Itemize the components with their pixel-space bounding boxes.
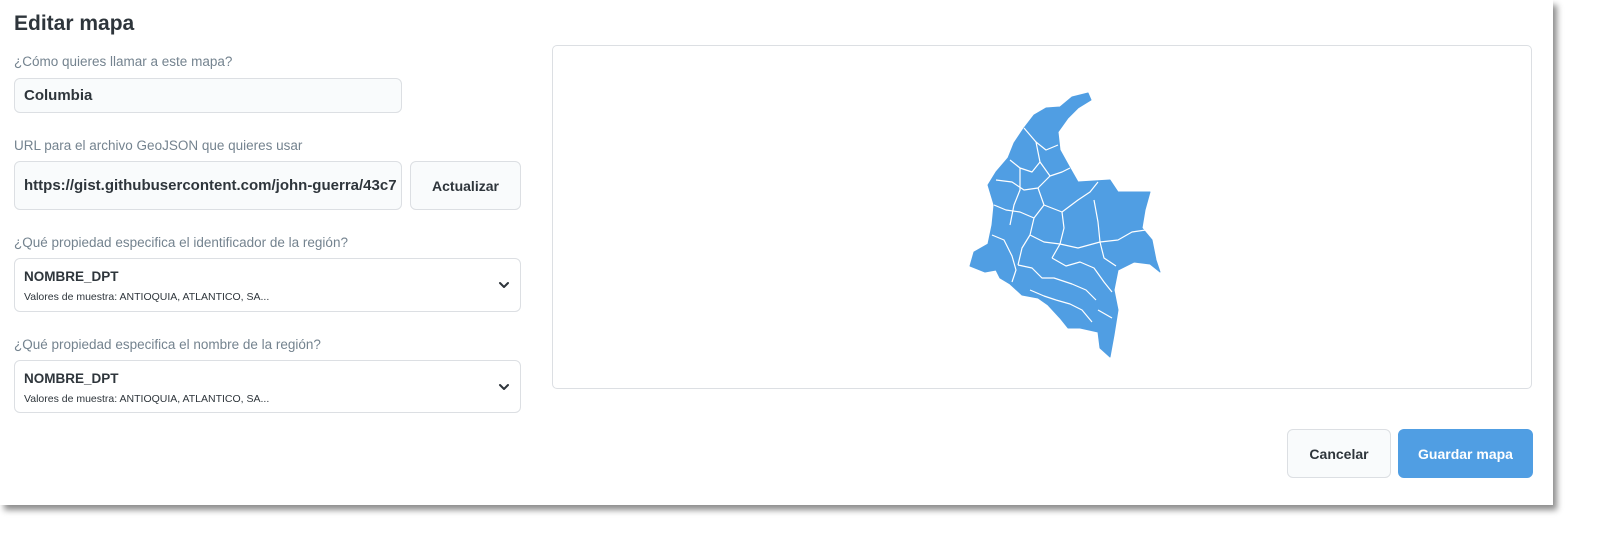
- map-name-value: Columbia: [24, 87, 93, 104]
- edit-map-modal: Editar mapa ¿Cómo quieres llamar a este …: [0, 0, 1553, 505]
- save-map-button[interactable]: Guardar mapa: [1398, 429, 1533, 478]
- region-name-sample: Valores de muestra: ANTIOQUIA, ATLANTICO…: [24, 393, 270, 405]
- map-preview: [552, 45, 1532, 389]
- modal-title: Editar mapa: [14, 12, 135, 35]
- region-name-label: ¿Qué propiedad especifica el nombre de l…: [14, 337, 321, 352]
- region-id-sample: Valores de muestra: ANTIOQUIA, ATLANTICO…: [24, 291, 270, 303]
- chevron-down-icon: [499, 282, 509, 288]
- region-id-select[interactable]: NOMBRE_DPT Valores de muestra: ANTIOQUIA…: [14, 258, 521, 312]
- cancel-button[interactable]: Cancelar: [1287, 429, 1391, 478]
- region-name-select[interactable]: NOMBRE_DPT Valores de muestra: ANTIOQUIA…: [14, 360, 521, 413]
- geojson-url-label: URL para el archivo GeoJSON que quieres …: [14, 138, 303, 153]
- region-name-value: NOMBRE_DPT: [24, 371, 119, 386]
- region-id-value: NOMBRE_DPT: [24, 269, 119, 284]
- colombia-map: [969, 92, 1161, 358]
- map-name-input[interactable]: Columbia: [14, 78, 402, 113]
- map-name-label: ¿Cómo quieres llamar a este mapa?: [14, 54, 233, 69]
- region-id-label: ¿Qué propiedad especifica el identificad…: [14, 235, 348, 250]
- chevron-down-icon: [499, 383, 509, 390]
- refresh-button[interactable]: Actualizar: [410, 161, 521, 210]
- geojson-url-input[interactable]: https://gist.githubusercontent.com/john-…: [14, 161, 402, 210]
- geojson-url-value: https://gist.githubusercontent.com/john-…: [24, 177, 397, 194]
- colombia-outline: [969, 92, 1161, 358]
